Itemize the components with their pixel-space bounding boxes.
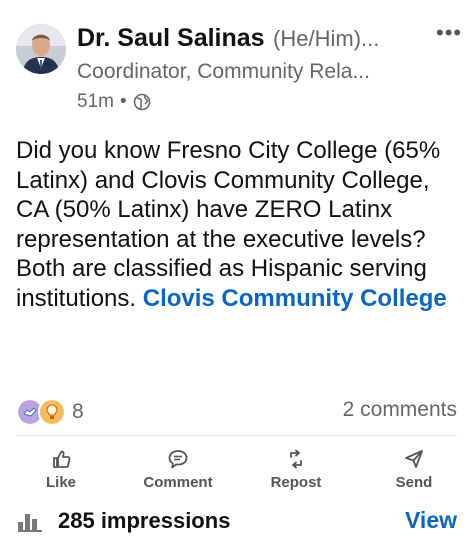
- repost-icon: [290, 449, 302, 469]
- reaction-count: 8: [72, 400, 84, 423]
- post-meta: 51m •: [77, 91, 151, 113]
- author-name-row[interactable]: Dr. Saul Salinas (He/Him)...: [77, 24, 437, 53]
- post-body: Did you know Fresno City College (65% La…: [16, 136, 466, 313]
- ellipsis-icon: •••: [436, 20, 463, 45]
- comment-icon: [168, 450, 188, 469]
- send-label: Send: [395, 474, 433, 491]
- comments-count-link[interactable]: 2 comments: [343, 398, 457, 422]
- author-name[interactable]: Dr. Saul Salinas: [77, 24, 265, 52]
- company-mention-link[interactable]: Clovis Community College: [143, 285, 447, 312]
- globe-icon: [133, 93, 150, 111]
- author-pronouns: (He/Him)...: [273, 26, 380, 51]
- post-text: Did you know Fresno City College (65% La…: [16, 137, 441, 253]
- post-footer: 285 impressions View: [16, 507, 457, 534]
- comment-label: Comment: [143, 474, 213, 491]
- repost-button[interactable]: Repost: [251, 448, 341, 492]
- like-label: Like: [45, 474, 76, 491]
- view-analytics-button[interactable]: View: [405, 507, 457, 534]
- author-avatar[interactable]: [16, 24, 66, 74]
- bar-chart-icon: [18, 513, 42, 532]
- avatar-image: [16, 24, 66, 74]
- action-bar: Like Comment Repost Send: [0, 448, 473, 492]
- author-headline: Coordinator, Community Rela...: [77, 60, 370, 83]
- like-button[interactable]: Like: [16, 448, 106, 492]
- comment-button[interactable]: Comment: [133, 448, 223, 492]
- thumbs-up-icon: [53, 450, 71, 468]
- post-time: 51m: [77, 91, 114, 112]
- meta-separator: •: [119, 91, 127, 112]
- insightful-icon: [38, 398, 66, 426]
- divider: [16, 435, 457, 436]
- reactions-summary[interactable]: 8: [16, 398, 84, 426]
- send-icon: [405, 450, 423, 468]
- repost-label: Repost: [270, 474, 322, 491]
- send-button[interactable]: Send: [369, 448, 459, 492]
- more-options-button[interactable]: •••: [436, 20, 462, 46]
- impressions-count: 285 impressions: [58, 507, 231, 533]
